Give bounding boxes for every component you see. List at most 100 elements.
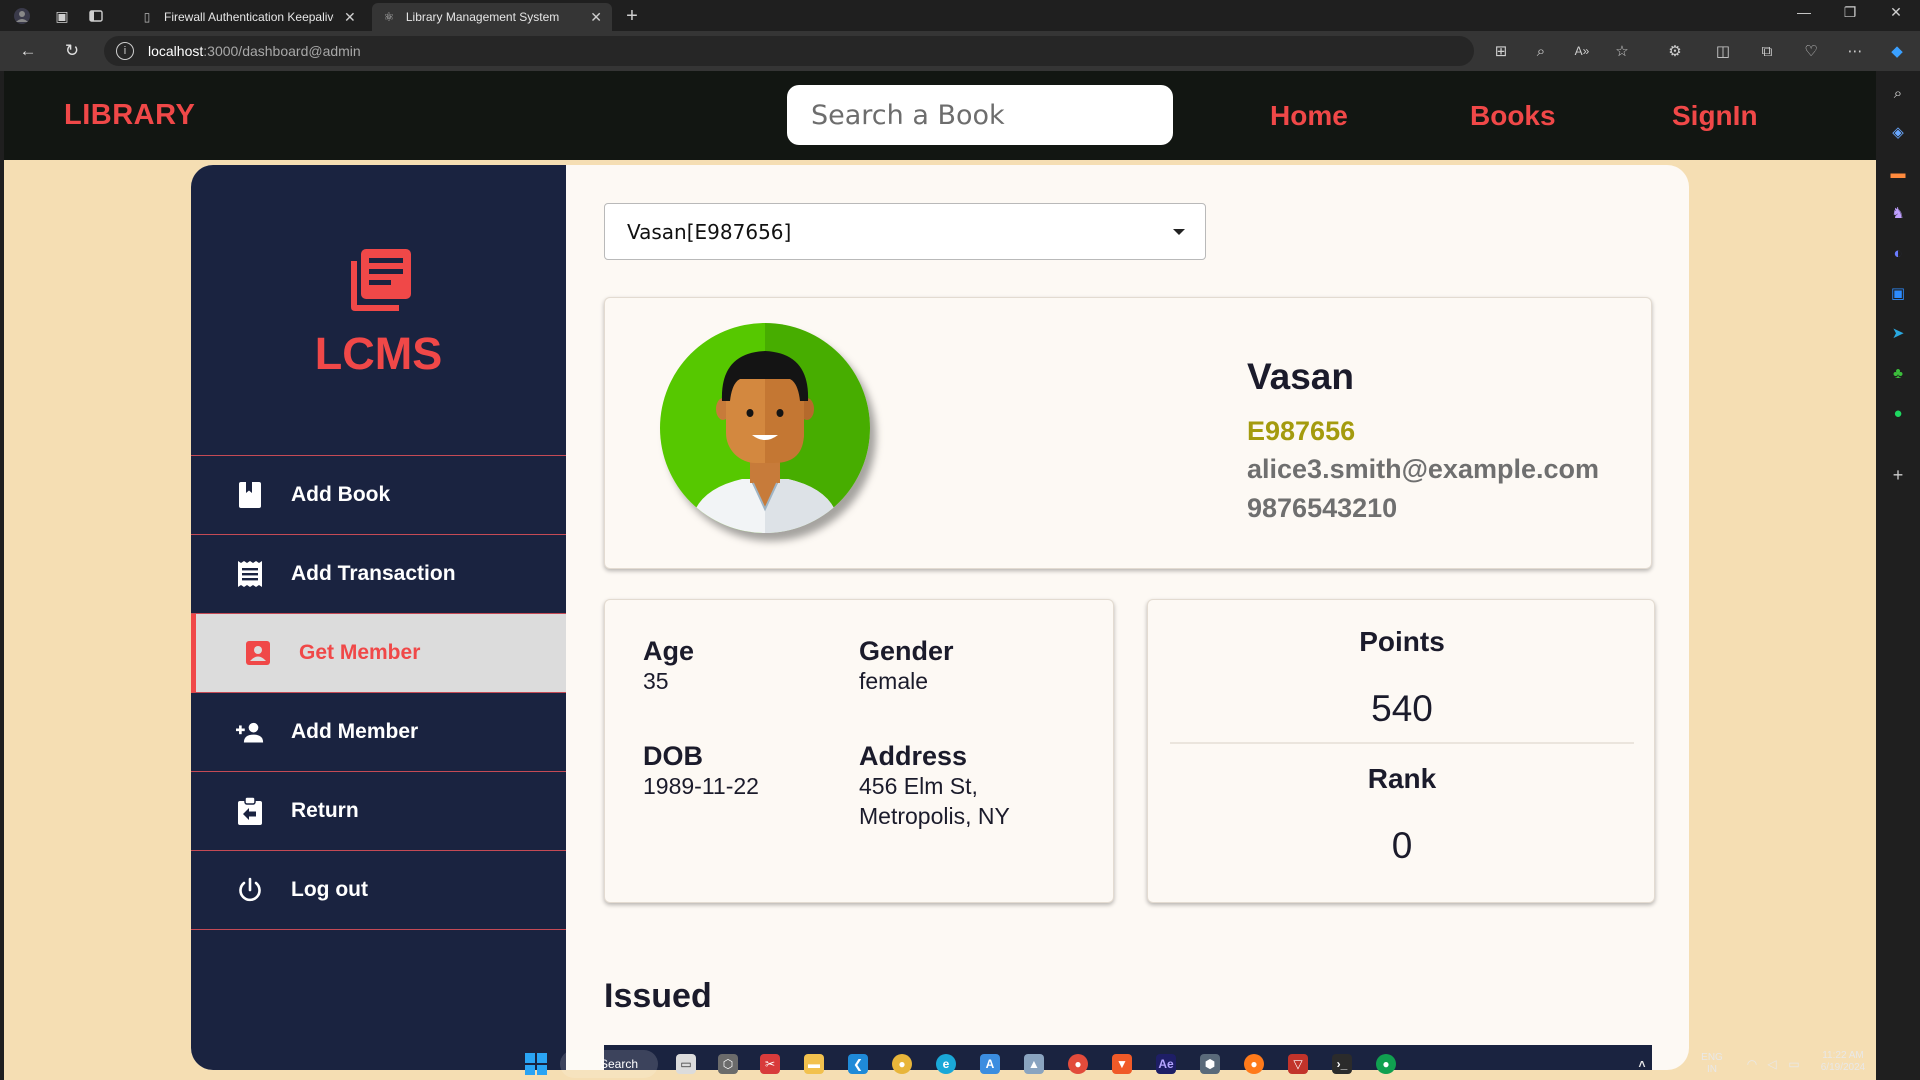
tools-icon[interactable]: ▬: [1888, 163, 1908, 183]
language-indicator[interactable]: ENG IN: [1696, 1052, 1728, 1076]
person-add-icon: [236, 718, 264, 746]
copilot-icon[interactable]: ◆: [1887, 41, 1907, 61]
firefox-icon[interactable]: ●: [1244, 1054, 1264, 1074]
brave-icon[interactable]: ▼: [1112, 1054, 1132, 1074]
sidebar-item-add-transaction[interactable]: Add Transaction: [191, 535, 566, 614]
windows-taskbar: Search ▭ ⬡ ✂ ▬ ❮ ● e A ▲ ● ▼ Ae ⬢ ● ▽ ›_…: [0, 1044, 1876, 1080]
url-bar[interactable]: i localhost:3000/dashboard@admin: [104, 36, 1474, 66]
terminal-icon[interactable]: ›_: [1332, 1054, 1352, 1074]
task-view-icon[interactable]: ▭: [676, 1054, 696, 1074]
age-value: 35: [643, 668, 669, 694]
sidebar-item-label: Log out: [291, 878, 368, 901]
split-screen-icon[interactable]: ◫: [1713, 41, 1733, 61]
tab-library[interactable]: ⚛ Library Management System ✕: [372, 3, 612, 31]
search-icon[interactable]: ⌕: [1888, 83, 1908, 103]
tab-actions-icon[interactable]: [86, 6, 106, 26]
sidebar-item-label: Add Book: [291, 483, 391, 506]
sidebar-item-label: Add Transaction: [291, 562, 456, 585]
divider: [1170, 742, 1634, 744]
box-icon[interactable]: ⬢: [1200, 1054, 1220, 1074]
copilot-sidebar-icon[interactable]: ◐: [1888, 243, 1908, 263]
after-effects-icon[interactable]: Ae: [1156, 1054, 1176, 1074]
back-icon[interactable]: ←: [16, 39, 40, 63]
minimize-icon[interactable]: —: [1784, 4, 1824, 20]
brand-logo[interactable]: LIBRARY: [64, 99, 195, 132]
power-icon: [236, 876, 264, 904]
nav-link-books[interactable]: Books: [1470, 100, 1556, 132]
search-input[interactable]: [787, 85, 1173, 145]
library-books-icon: [351, 249, 411, 311]
profile-card: Vasan E987656 alice3.smith@example.com 9…: [604, 297, 1652, 569]
mongodb-icon[interactable]: ●: [1376, 1054, 1396, 1074]
browser-essentials-icon[interactable]: ♡: [1801, 41, 1821, 61]
dashboard-sidebar: LCMS Add Book Add Transaction Get Member…: [191, 165, 566, 1070]
new-tab-icon[interactable]: +: [622, 5, 642, 27]
file-explorer-icon[interactable]: ▬: [804, 1054, 824, 1074]
rank-value: 0: [1391, 825, 1413, 866]
mute-icon[interactable]: ◁: [1762, 1054, 1782, 1074]
restore-icon[interactable]: ❐: [1830, 4, 1870, 21]
refresh-icon[interactable]: ↻: [60, 39, 84, 63]
favorite-star-icon[interactable]: ☆: [1612, 41, 1632, 61]
snipping-tool-icon[interactable]: ✂: [760, 1054, 780, 1074]
shopping-tag-icon[interactable]: ◈: [1888, 122, 1908, 142]
nav-link-signin[interactable]: SignIn: [1672, 100, 1758, 132]
dob-value: 1989-11-22: [643, 773, 759, 799]
clock-date: 6/19/2024: [1820, 1062, 1866, 1073]
points-value: 540: [1371, 688, 1433, 729]
photos-icon[interactable]: ▲: [1024, 1054, 1044, 1074]
chevron-up-icon[interactable]: ˄: [1632, 1054, 1652, 1074]
sidebar-item-return[interactable]: Return: [191, 772, 566, 851]
member-id: E987656: [1247, 416, 1356, 446]
chrome-icon[interactable]: ●: [892, 1054, 912, 1074]
taskbar-search[interactable]: Search: [560, 1050, 658, 1078]
collections-icon[interactable]: ⧉: [1757, 41, 1777, 61]
issued-heading: Issued: [604, 977, 712, 1015]
address-line2: Metropolis, NY: [859, 803, 1010, 829]
address-toolbar: ← ↻ i localhost:3000/dashboard@admin ⊞ ⌕…: [0, 31, 1920, 71]
rank-label: Rank: [1367, 763, 1437, 794]
read-aloud-icon[interactable]: A»: [1572, 41, 1592, 61]
gender-value: female: [859, 668, 929, 694]
profile-avatar-icon[interactable]: [12, 6, 32, 26]
react-icon: ⚛: [383, 10, 395, 24]
sidebar-item-add-book[interactable]: Add Book: [191, 456, 566, 535]
tab-firewall[interactable]: ▯ Firewall Authentication Keepalive ✕: [130, 3, 366, 31]
workspaces-icon[interactable]: ▣: [52, 6, 72, 26]
nav-link-home[interactable]: Home: [1270, 100, 1348, 132]
windows-start-icon[interactable]: [524, 1052, 548, 1076]
member-select[interactable]: Vasan[E987656]: [604, 203, 1206, 260]
vscode-icon[interactable]: ❮: [848, 1054, 868, 1074]
member-content: Vasan[E987656] Vasan E987656 alice3.smit…: [566, 165, 1689, 1070]
telegram-icon[interactable]: ➤: [1888, 323, 1908, 343]
add-sidebar-app-icon[interactable]: +: [1888, 465, 1908, 485]
battery-icon[interactable]: ▭: [1784, 1054, 1804, 1074]
vivaldi-icon[interactable]: ▽: [1288, 1054, 1308, 1074]
close-icon[interactable]: ✕: [344, 9, 356, 26]
close-window-icon[interactable]: ✕: [1876, 4, 1916, 21]
edge-icon[interactable]: e: [936, 1054, 956, 1074]
tree-icon[interactable]: ♣: [1888, 363, 1908, 383]
extensions-icon[interactable]: ⚙: [1665, 41, 1685, 61]
sidebar-item-get-member[interactable]: Get Member: [191, 614, 566, 693]
member-phone: 9876543210: [1247, 493, 1398, 523]
zoom-icon[interactable]: ⌕: [1531, 41, 1551, 61]
chrome-canary-icon[interactable]: ●: [1068, 1054, 1088, 1074]
wifi-icon[interactable]: ◠: [1742, 1054, 1762, 1074]
store-icon[interactable]: A: [980, 1054, 1000, 1074]
outlook-icon[interactable]: ▣: [1888, 283, 1908, 303]
clock[interactable]: 11:22 AM 6/19/2024: [1816, 1050, 1870, 1074]
clock-time: 11:22 AM: [1822, 1050, 1864, 1061]
more-menu-icon[interactable]: ⋯: [1845, 41, 1865, 61]
app-available-icon[interactable]: ⊞: [1491, 41, 1511, 61]
sidebar-item-label: Get Member: [299, 641, 421, 664]
info-icon[interactable]: i: [116, 42, 134, 60]
games-icon[interactable]: ♞: [1888, 203, 1908, 223]
close-icon[interactable]: ✕: [590, 9, 602, 26]
gender-label: Gender: [859, 636, 954, 666]
sidebar-logo-text: LCMS: [314, 328, 443, 379]
sidebar-item-logout[interactable]: Log out: [191, 851, 566, 930]
app-icon[interactable]: ⬡: [718, 1054, 738, 1074]
spotify-icon[interactable]: ●: [1888, 403, 1908, 423]
sidebar-item-add-member[interactable]: Add Member: [191, 693, 566, 772]
